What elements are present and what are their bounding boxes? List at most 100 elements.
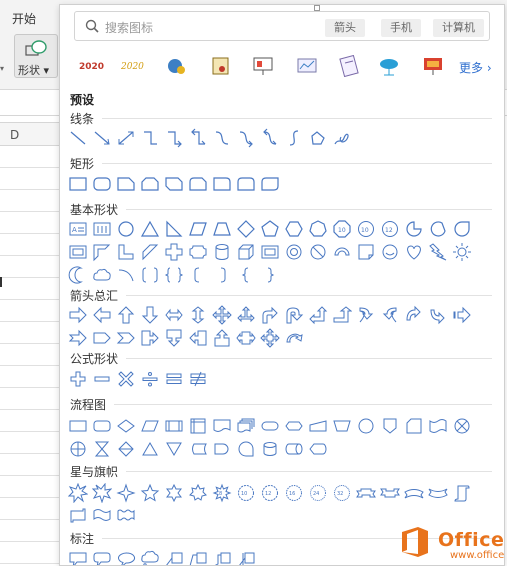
shape-multidocument-icon[interactable] xyxy=(236,416,256,436)
shape-triangle-icon[interactable] xyxy=(140,219,160,239)
shape-delay-icon[interactable] xyxy=(212,439,232,459)
shape-connector-icon[interactable] xyxy=(356,416,376,436)
shape-double-bracket-icon[interactable] xyxy=(140,265,160,285)
shape-lightning-icon[interactable] xyxy=(428,242,448,262)
shape-quad-arrow-callout-icon[interactable] xyxy=(260,328,280,348)
shape-down-arrow-icon[interactable] xyxy=(140,305,160,325)
shape-left-brace-icon[interactable] xyxy=(236,265,256,285)
search-input[interactable]: 搜索图标 箭头 手机 计算机 xyxy=(74,11,490,41)
shape-bevel-icon[interactable] xyxy=(260,242,280,262)
shape-up-arrow-icon[interactable] xyxy=(116,305,136,325)
shape-merge-icon[interactable] xyxy=(164,439,184,459)
shape-half-frame-icon[interactable] xyxy=(92,242,112,262)
shape-elbow-arrow-connector-icon[interactable] xyxy=(164,128,184,148)
shape-block-arc-icon[interactable] xyxy=(332,242,352,262)
shape-right-arrow-callout-icon[interactable] xyxy=(140,328,160,348)
shape-divide-icon[interactable] xyxy=(140,369,160,389)
shape-arc-icon[interactable] xyxy=(116,265,136,285)
shape-explosion-1-icon[interactable] xyxy=(68,483,88,503)
shape-stored-data-icon[interactable] xyxy=(188,439,208,459)
shape-diamond-icon[interactable] xyxy=(236,219,256,239)
shape-line-callout-3-icon[interactable] xyxy=(212,549,232,566)
shape-double-brace-icon[interactable] xyxy=(164,265,184,285)
shape-trapezoid-icon[interactable] xyxy=(212,219,232,239)
shape-card-icon[interactable] xyxy=(404,416,424,436)
shape-pentagon-arrow-icon[interactable] xyxy=(92,328,112,348)
shape-elbow-double-arrow-connector-icon[interactable] xyxy=(188,128,208,148)
search-chip-arrow[interactable]: 箭头 xyxy=(325,19,365,37)
shape-donut-icon[interactable] xyxy=(284,242,304,262)
shape-parallelogram-icon[interactable] xyxy=(188,219,208,239)
shape-summing-junction-icon[interactable] xyxy=(452,416,472,436)
shape-right-arrow-icon[interactable] xyxy=(68,305,88,325)
shape-cube-icon[interactable] xyxy=(236,242,256,262)
column-header[interactable]: D xyxy=(0,122,60,146)
shape-ribbon-down-icon[interactable] xyxy=(380,483,400,503)
shape-line-icon[interactable] xyxy=(68,128,88,148)
shape-right-triangle-icon[interactable] xyxy=(164,219,184,239)
2020-text-icon[interactable]: 2020 xyxy=(78,55,104,77)
shape-freeform-icon[interactable] xyxy=(308,128,328,148)
shape-no-symbol-icon[interactable] xyxy=(308,242,328,262)
tab-start[interactable]: 开始 xyxy=(12,10,36,27)
shape-alternate-process-icon[interactable] xyxy=(92,416,112,436)
shape-equal-icon[interactable] xyxy=(164,369,184,389)
shape-line-callout-2-icon[interactable] xyxy=(188,549,208,566)
sheet-grid[interactable] xyxy=(0,146,60,566)
shape-left-up-arrow-icon[interactable] xyxy=(308,305,328,325)
shape-scribble-icon[interactable] xyxy=(332,128,352,148)
shape-down-arrow-callout-icon[interactable] xyxy=(164,328,184,348)
2020-gold-text-icon[interactable]: 2020 xyxy=(120,55,146,77)
shape-star-12-icon[interactable]: 12 xyxy=(260,483,280,503)
shape-explosion-2-icon[interactable] xyxy=(92,483,112,503)
shape-snip-diagonal-icon[interactable] xyxy=(164,174,184,194)
shape-cross-icon[interactable] xyxy=(164,242,184,262)
shape-curved-double-arrow-connector-icon[interactable] xyxy=(260,128,280,148)
shape-wave-icon[interactable] xyxy=(92,505,112,525)
shape-line-callout-4-icon[interactable] xyxy=(236,549,256,566)
shape-up-arrow-callout-icon[interactable] xyxy=(212,328,232,348)
shape-curved-down-arrow-icon[interactable] xyxy=(428,305,448,325)
shape-right-bracket-icon[interactable] xyxy=(212,265,232,285)
shape-octagon-icon[interactable]: 10 xyxy=(332,219,352,239)
checklist-icon[interactable] xyxy=(336,55,362,77)
monitor-chart-icon[interactable] xyxy=(420,55,446,77)
shape-bent-up-arrow-icon[interactable] xyxy=(332,305,352,325)
shape-not-equal-icon[interactable] xyxy=(188,369,208,389)
shape-predefined-process-icon[interactable] xyxy=(164,416,184,436)
shape-button[interactable]: 形状 ▾ xyxy=(14,34,58,78)
shape-curved-ribbon-up-icon[interactable] xyxy=(404,483,424,503)
shape-snip-round-icon[interactable] xyxy=(188,174,208,194)
shape-decagon-icon[interactable]: 10 xyxy=(356,219,376,239)
shape-collate-icon[interactable] xyxy=(92,439,112,459)
shape-star-5-icon[interactable] xyxy=(140,483,160,503)
shape-oval-callout-icon[interactable] xyxy=(116,549,136,566)
shape-decision-icon[interactable] xyxy=(116,416,136,436)
shape-star-4-icon[interactable] xyxy=(116,483,136,503)
shape-round-diagonal-icon[interactable] xyxy=(260,174,280,194)
shape-star-10-icon[interactable]: 10 xyxy=(236,483,256,503)
shape-terminator-icon[interactable] xyxy=(260,416,280,436)
shape-sun-icon[interactable] xyxy=(452,242,472,262)
shape-pie-icon[interactable] xyxy=(404,219,424,239)
shape-ribbon-up-icon[interactable] xyxy=(356,483,376,503)
shape-oval-icon[interactable] xyxy=(116,219,136,239)
shape-left-right-arrow-icon[interactable] xyxy=(164,305,184,325)
shape-elbow-connector-icon[interactable] xyxy=(140,128,160,148)
shape-u-turn-arrow-icon[interactable] xyxy=(284,305,304,325)
shape-or-icon[interactable] xyxy=(68,439,88,459)
shape-off-page-connector-icon[interactable] xyxy=(380,416,400,436)
chevron-down-icon[interactable]: ▾ xyxy=(0,64,4,73)
shape-round-single-corner-icon[interactable] xyxy=(212,174,232,194)
shape-curve-icon[interactable] xyxy=(284,128,304,148)
shape-chevron-icon[interactable] xyxy=(116,328,136,348)
shape-left-bracket-icon[interactable] xyxy=(188,265,208,285)
shape-arrow-line-icon[interactable] xyxy=(92,128,112,148)
shape-direct-storage-icon[interactable] xyxy=(284,439,304,459)
shape-left-arrow-icon[interactable] xyxy=(92,305,112,325)
shape-preparation-icon[interactable] xyxy=(284,416,304,436)
shape-snip-same-side-icon[interactable] xyxy=(140,174,160,194)
shape-curved-connector-icon[interactable] xyxy=(212,128,232,148)
shape-round-same-side-icon[interactable] xyxy=(236,174,256,194)
globe-coin-icon[interactable] xyxy=(164,55,190,77)
